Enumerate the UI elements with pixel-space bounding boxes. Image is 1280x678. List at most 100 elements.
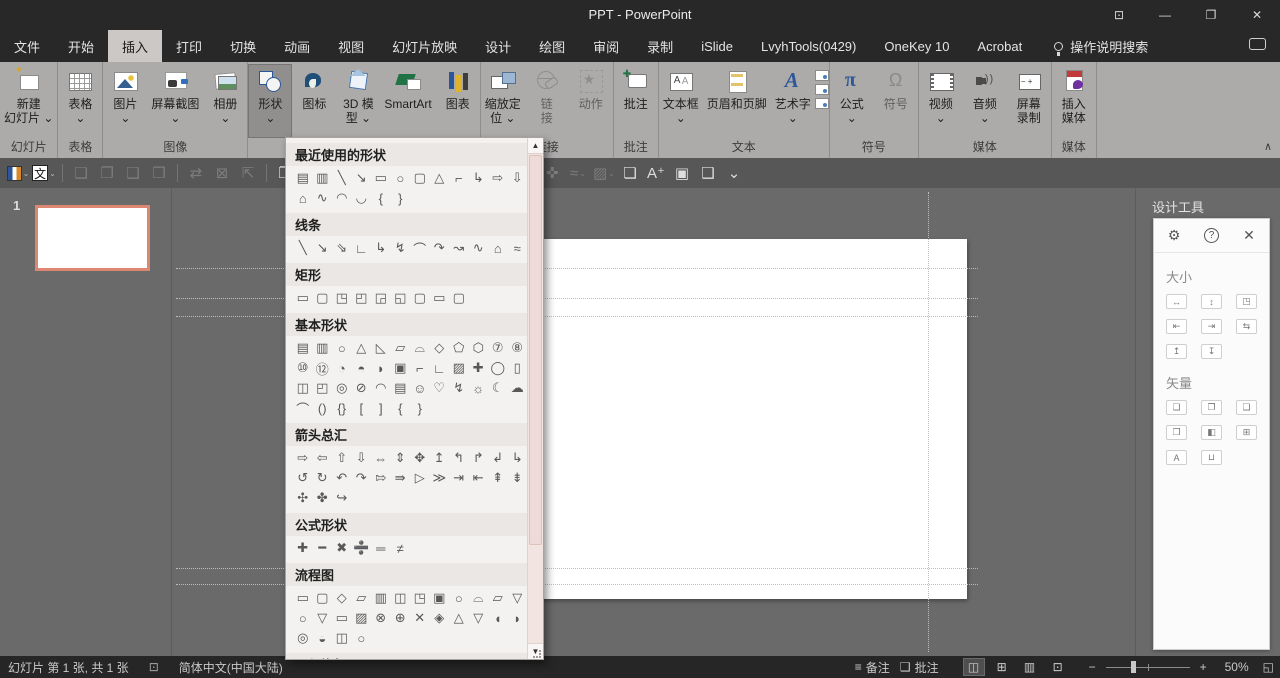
shape-item[interactable]: ○ (293, 608, 313, 628)
shape-item[interactable]: ◠ (371, 378, 391, 398)
shape-item[interactable]: [ (352, 398, 372, 418)
collapse-ribbon-icon[interactable]: ∧ (1264, 140, 1272, 153)
shape-item[interactable]: ○ (391, 168, 411, 188)
shape-item[interactable]: △ (352, 338, 372, 358)
shape-item[interactable]: ○ (449, 588, 469, 608)
shape-item[interactable]: ⇥ (449, 468, 469, 488)
scrollbar-thumb[interactable] (529, 155, 542, 545)
tell-me-search[interactable]: 操作说明搜索 (1054, 30, 1148, 62)
shape-item[interactable]: ▭ (293, 288, 313, 308)
shape-item[interactable]: ▱ (488, 588, 508, 608)
shape-item[interactable]: ▣ (430, 588, 450, 608)
shape-item[interactable]: ↱ (469, 448, 489, 468)
shape-item[interactable]: ∟ (352, 238, 372, 258)
shape-item[interactable]: ⑧ (508, 338, 528, 358)
vector-tool-button[interactable]: ◧ (1201, 425, 1222, 440)
ribbon-button-插入[interactable]: 插入媒体 (1052, 64, 1096, 138)
ribbon-button-图表[interactable]: 图表 (436, 64, 480, 138)
shape-item[interactable]: ↝ (449, 238, 469, 258)
shape-item[interactable]: ➗ (352, 538, 372, 558)
vector-tool-button[interactable]: ⊔ (1201, 450, 1222, 465)
shape-item[interactable]: ⊗ (371, 608, 391, 628)
ribbon-button-视频[interactable]: 视频⌄ (919, 64, 963, 138)
ribbon-button-SmartArt[interactable]: SmartArt (380, 64, 435, 138)
shape-item[interactable]: { (371, 188, 391, 208)
shape-item[interactable]: ▥ (313, 338, 333, 358)
shape-item[interactable]: △ (430, 168, 450, 188)
resize-grip[interactable] (533, 650, 541, 658)
shape-item[interactable]: ⇞ (488, 468, 508, 488)
tab-iSlide[interactable]: iSlide (687, 30, 747, 62)
normal-view-button[interactable]: ◫ (963, 658, 985, 676)
ribbon-button-屏幕截图[interactable]: 屏幕截图⌄ (147, 64, 203, 138)
zoom-in-button[interactable]: + (1200, 660, 1207, 674)
shape-item[interactable]: ⇘ (332, 238, 352, 258)
ribbon-button-屏幕[interactable]: 屏幕录制 (1007, 64, 1051, 138)
shape-item[interactable]: ═ (371, 538, 391, 558)
shape-item[interactable]: ⌐ (410, 358, 430, 378)
shape-item[interactable]: ⌒ (293, 398, 313, 418)
shape-item[interactable]: ✚ (469, 358, 489, 378)
shape-item[interactable]: ⌓ (469, 588, 489, 608)
shape-item[interactable]: ◡ (352, 188, 372, 208)
shape-item[interactable]: ○ (352, 628, 372, 648)
shape-item[interactable]: ▱ (391, 338, 411, 358)
shape-item[interactable]: ⬡ (469, 338, 489, 358)
ribbon-button-新建[interactable]: 新建幻灯片 ⌄ (0, 64, 57, 138)
ribbon-button-图片[interactable]: 图片⌄ (103, 64, 147, 138)
size-tool-button[interactable]: ↕ (1201, 294, 1222, 309)
shape-item[interactable]: ▷ (410, 468, 430, 488)
comments-bubble-icon[interactable] (1249, 38, 1266, 50)
shape-item[interactable]: ━ (313, 538, 333, 558)
shape-item[interactable]: ∿ (469, 238, 489, 258)
shape-item[interactable]: ⑫ (313, 358, 333, 378)
shape-item[interactable]: ▤ (293, 338, 313, 358)
tab-文件[interactable]: 文件 (0, 30, 54, 62)
shape-item[interactable]: ⇧ (332, 448, 352, 468)
size-tool-button[interactable]: ↧ (1201, 344, 1222, 359)
notes-toggle[interactable]: ≡备注 (855, 659, 890, 676)
shape-item[interactable]: ▨ (449, 358, 469, 378)
shape-item[interactable]: ▢ (410, 168, 430, 188)
font-increase-icon[interactable]: A⁺ (644, 161, 668, 185)
shape-item[interactable]: ↷ (430, 238, 450, 258)
shape-item[interactable]: ♡ (430, 378, 450, 398)
shape-item[interactable]: ∟ (430, 358, 450, 378)
shape-item[interactable]: ✤ (313, 488, 333, 508)
shape-item[interactable]: ↻ (313, 468, 333, 488)
shape-item[interactable]: ◱ (391, 288, 411, 308)
shape-item[interactable]: } (410, 398, 430, 418)
slide-sorter-view-button[interactable]: ⊞ (991, 658, 1013, 676)
shape-item[interactable]: ↷ (352, 468, 372, 488)
size-tool-button[interactable]: ◳ (1236, 294, 1257, 309)
tab-录制[interactable]: 录制 (633, 30, 687, 62)
shape-item[interactable]: ◠ (332, 188, 352, 208)
shape-item[interactable]: △ (449, 608, 469, 628)
shape-item[interactable]: ◎ (293, 628, 313, 648)
shape-item[interactable]: ▱ (352, 588, 372, 608)
shape-item[interactable]: ☼ (469, 378, 489, 398)
ribbon-button-文本框[interactable]: 文本框⌄ (659, 64, 703, 138)
shape-item[interactable]: ◔ (332, 358, 352, 378)
shape-item[interactable]: ⑩ (293, 358, 313, 378)
size-tool-button[interactable]: ⇤ (1166, 319, 1187, 334)
ribbon-button-动作[interactable]: 动作 (569, 64, 613, 138)
shape-item[interactable]: ⇨ (293, 448, 313, 468)
zoom-level[interactable]: 50% (1225, 660, 1249, 674)
shape-item[interactable]: ▨ (352, 608, 372, 628)
ribbon-button-表格[interactable]: 表格⌄ (58, 64, 102, 138)
shape-item[interactable]: ▭ (371, 168, 391, 188)
shape-item[interactable]: ◫ (293, 378, 313, 398)
tab-幻灯片放映[interactable]: 幻灯片放映 (378, 30, 471, 62)
shape-item[interactable]: ≫ (430, 468, 450, 488)
shape-item[interactable]: ↳ (371, 238, 391, 258)
ribbon-button-3D 模[interactable]: 3D 模型 ⌄ (336, 64, 380, 138)
ribbon-button-符号[interactable]: 符号 (874, 64, 918, 138)
shape-item[interactable]: ⇔ (371, 448, 391, 468)
shape-item[interactable]: ◗ (508, 608, 528, 628)
shape-item[interactable]: ∿ (313, 188, 333, 208)
shape-item[interactable]: ◳ (410, 588, 430, 608)
shape-item[interactable]: ✕ (410, 608, 430, 628)
ribbon-display-options-icon[interactable]: ⊡ (1096, 0, 1142, 30)
ribbon-button-图标[interactable]: 图标 (292, 64, 336, 138)
